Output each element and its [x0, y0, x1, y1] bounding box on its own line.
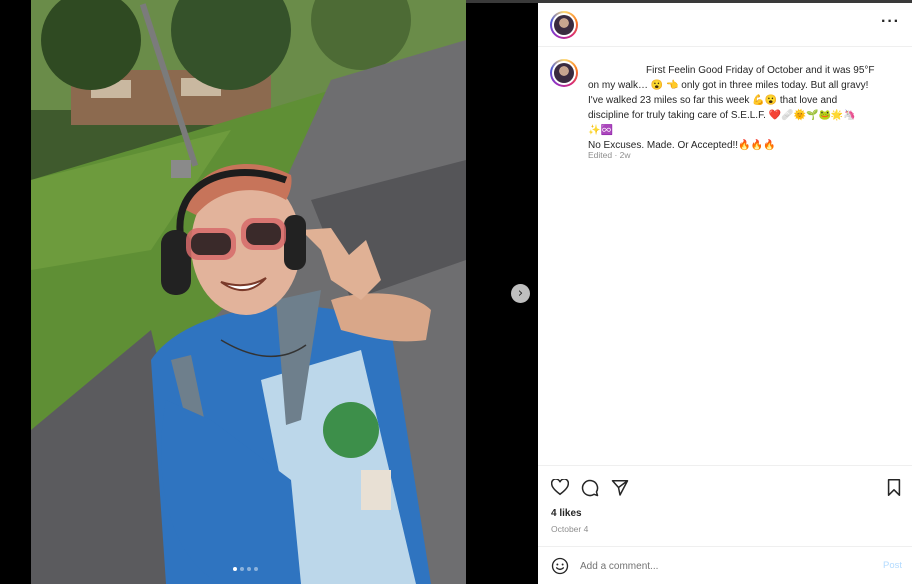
more-options-icon[interactable]: ···: [881, 13, 900, 31]
comment-icon[interactable]: [581, 479, 599, 497]
post-date: October 4: [551, 524, 589, 534]
post-details-panel: ··· First Feelin Good Friday of October …: [538, 3, 912, 584]
post-caption: First Feelin Good Friday of October and …: [588, 63, 898, 153]
heart-icon[interactable]: [551, 479, 569, 496]
caption-line: First Feelin Good Friday of October and …: [646, 65, 875, 76]
selfie-photo-illustration: [31, 0, 466, 584]
post-photo[interactable]: [31, 0, 466, 584]
chevron-right-icon: ›: [517, 286, 524, 301]
carousel-indicator: [233, 567, 258, 571]
post-comment-button[interactable]: Post: [883, 560, 902, 571]
smiley-icon[interactable]: [551, 557, 569, 575]
action-bar: 4 likes October 4 Post: [538, 465, 912, 584]
carousel-dot: [233, 567, 237, 571]
media-panel: ›: [0, 0, 538, 584]
caption-line: on my walk… 😮 👈 only got in three miles …: [588, 80, 869, 91]
next-photo-button[interactable]: ›: [511, 284, 530, 303]
author-avatar[interactable]: [550, 11, 578, 39]
carousel-dot: [247, 567, 251, 571]
bookmark-icon[interactable]: [887, 479, 901, 496]
carousel-dot: [240, 567, 244, 571]
caption-line: I've walked 23 miles so far this week 💪😮…: [588, 95, 838, 106]
caption-line: ✨♾️: [588, 125, 613, 136]
post-header: ···: [538, 3, 912, 47]
comment-input[interactable]: [580, 557, 860, 575]
send-icon[interactable]: [611, 479, 629, 496]
caption-author-avatar[interactable]: [550, 59, 578, 87]
edited-timestamp: Edited · 2w: [588, 150, 631, 160]
carousel-dot: [254, 567, 258, 571]
caption-line: discipline for truly taking care of S.E.…: [588, 110, 856, 121]
caption-line: No Excuses. Made. Or Accepted!!🔥🔥🔥: [588, 140, 776, 151]
comment-bar: Post: [538, 546, 912, 584]
likes-count[interactable]: 4 likes: [551, 508, 582, 519]
